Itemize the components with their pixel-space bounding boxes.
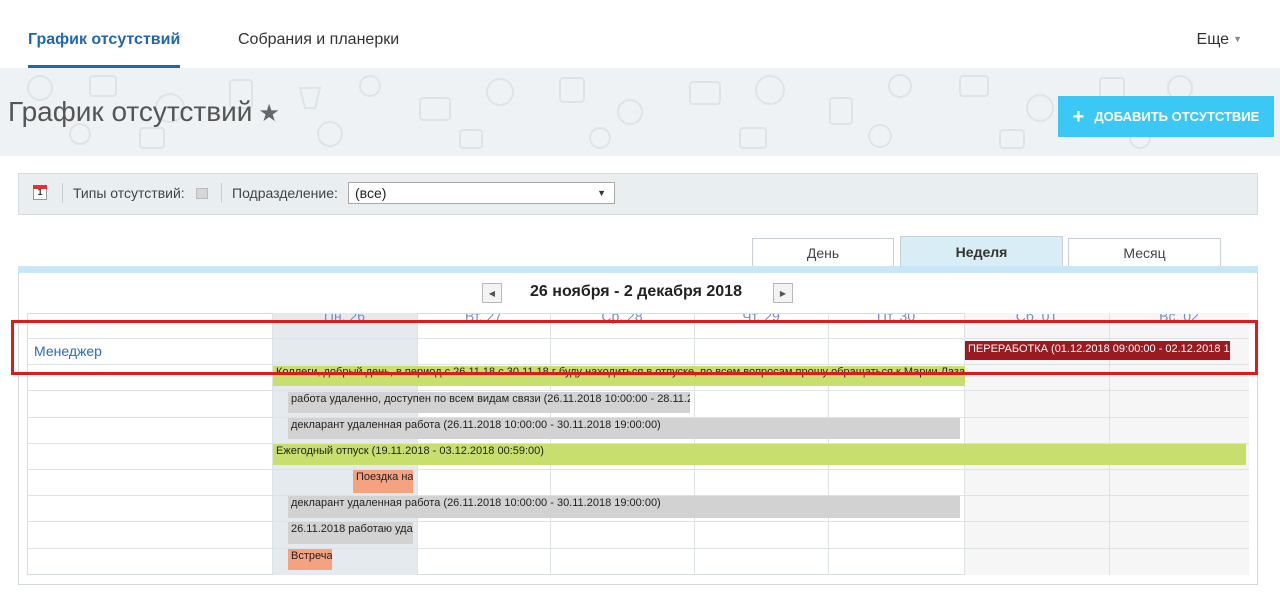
plus-icon: + [1072, 105, 1085, 128]
absence-types-label: Типы отсутствий: [73, 185, 185, 201]
tab-week[interactable]: Неделя [900, 236, 1063, 266]
event-bar[interactable]: декларант удаленная работа (26.11.2018 1… [288, 418, 960, 439]
page-title: График отсутствий ★ [8, 96, 280, 128]
event-bar[interactable]: декларант удаленная работа (26.11.2018 1… [288, 496, 960, 518]
row-divider [27, 390, 1249, 391]
page-title-text: График отсутствий [8, 96, 253, 127]
date-range: 26 ноября - 2 декабря 2018 [530, 283, 742, 300]
next-week-button[interactable]: ▶ [773, 283, 793, 303]
tab-day[interactable]: День [752, 238, 894, 266]
row-divider [27, 521, 1249, 522]
tab-month[interactable]: Месяц [1068, 238, 1221, 266]
more-label: Еще [1196, 31, 1230, 48]
filter-divider [62, 183, 63, 203]
event-bar[interactable]: работа удаленно, доступен по всем видам … [288, 392, 690, 413]
tab-meetings[interactable]: Собрания и планерки [238, 31, 399, 49]
department-select[interactable]: (все) ▼ [348, 182, 615, 204]
event-bar[interactable]: 26.11.2018 работаю удаленно [288, 522, 413, 544]
more-menu[interactable]: Еще ▼ [1197, 31, 1242, 49]
star-icon[interactable]: ★ [258, 100, 280, 127]
calendar-top-bar [18, 266, 1258, 273]
row-divider [27, 548, 1249, 549]
event-bar[interactable]: Встреча [288, 549, 332, 570]
add-absence-button[interactable]: + ДОБАВИТЬ ОТСУТСТВИЕ [1058, 96, 1274, 137]
row-divider [27, 469, 1249, 470]
chevron-right-icon: ▶ [779, 288, 787, 298]
department-select-value: (все) [355, 185, 387, 201]
calendar-icon[interactable]: 1 [33, 185, 47, 200]
filter-divider [221, 183, 222, 203]
tab-absence-chart[interactable]: График отсутствий [28, 31, 180, 49]
chevron-down-icon: ▼ [597, 188, 606, 198]
top-nav [0, 0, 1280, 68]
department-label: Подразделение: [232, 185, 338, 201]
add-absence-label: ДОБАВИТЬ ОТСУТСТВИЕ [1094, 109, 1260, 124]
chevron-down-icon: ▼ [1233, 34, 1242, 44]
event-bar[interactable]: Ежегодный отпуск (19.11.2018 - 03.12.201… [273, 444, 1246, 465]
event-bar[interactable]: Поездка на [353, 470, 413, 493]
highlight-box [11, 320, 1258, 375]
absence-types-checkbox[interactable] [196, 188, 208, 199]
